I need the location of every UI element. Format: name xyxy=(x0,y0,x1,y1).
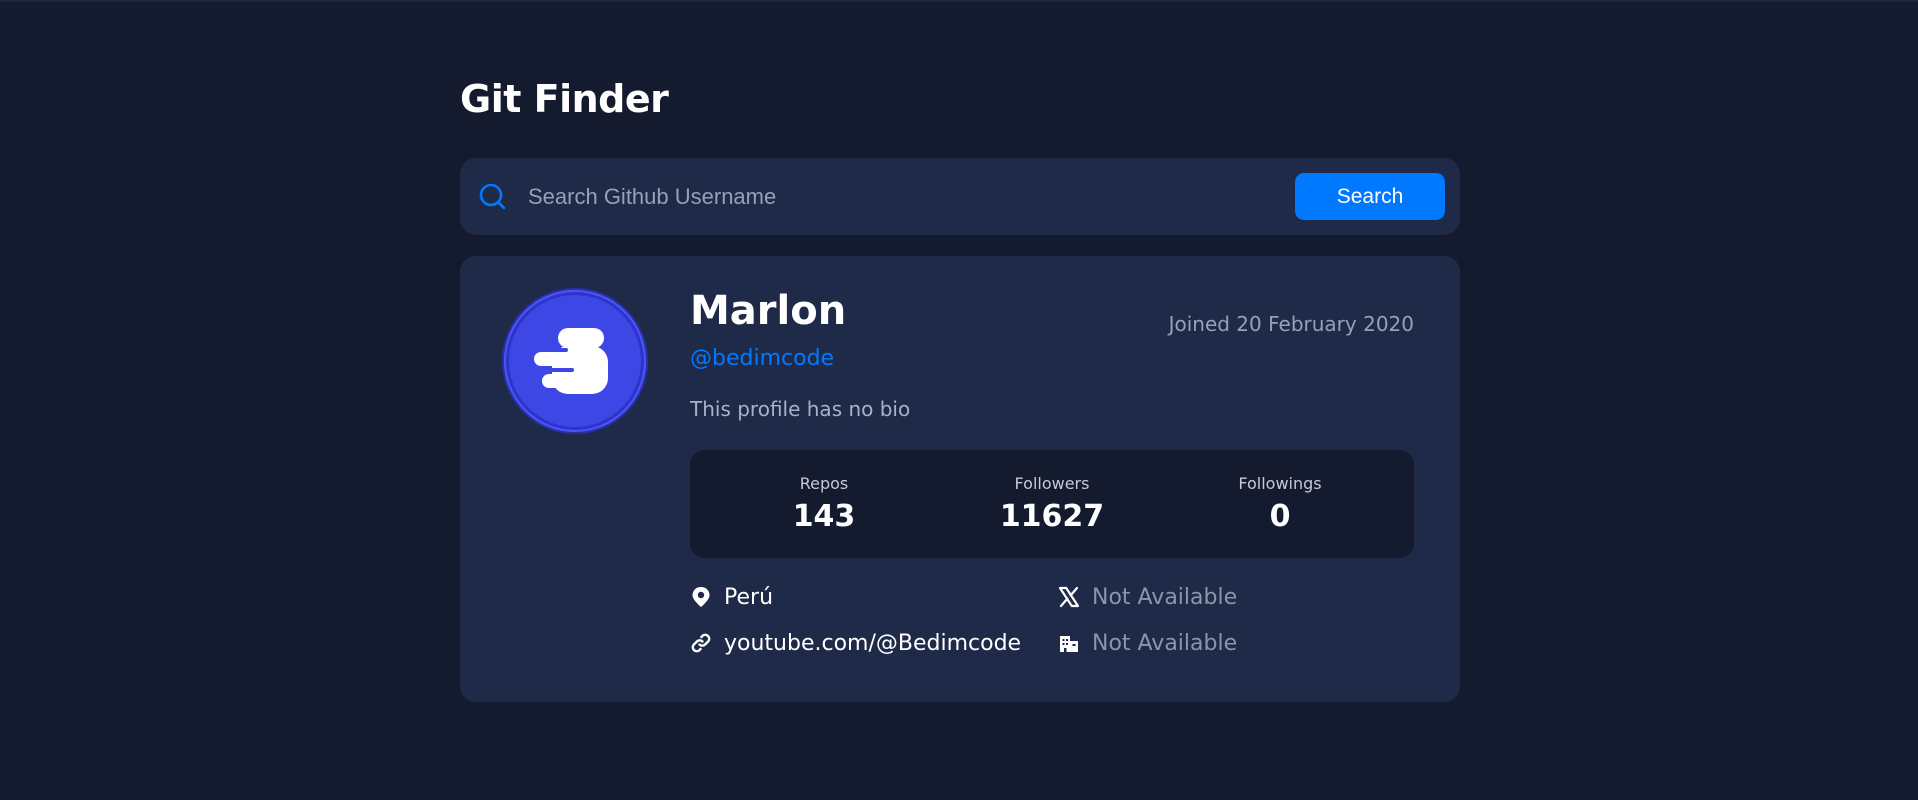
profile-login[interactable]: @bedimcode xyxy=(690,344,1414,374)
location-text: Perú xyxy=(724,584,774,610)
stat-label: Followings xyxy=(1238,474,1322,493)
company-text: Not Available xyxy=(1092,630,1238,656)
git-finder-app: Git Finder Search Github Username Search… xyxy=(460,74,1460,702)
stat-value: 11627 xyxy=(999,499,1105,534)
location-item: Perú xyxy=(690,582,1058,612)
stat-followings: Followings 0 xyxy=(1180,473,1380,535)
twitter-item: Not Available xyxy=(1058,582,1414,612)
website-link[interactable]: youtube.com/@Bedimcode xyxy=(724,631,1021,656)
stat-label: Repos xyxy=(799,474,849,493)
company-item: Not Available xyxy=(1058,628,1414,658)
link-icon xyxy=(690,632,712,654)
search-input[interactable] xyxy=(528,174,1295,219)
location-pin-icon xyxy=(690,586,712,608)
search-icon xyxy=(476,180,510,214)
profile-card: Marlon Joined 20 February 2020 @bedimcod… xyxy=(460,256,1460,702)
avatar[interactable] xyxy=(500,286,650,436)
profile-links: Perú Not Available youtube.com/@Bedimcod… xyxy=(690,582,1414,658)
stats-panel: Repos 143 Followers 11627 Followings 0 xyxy=(690,450,1414,558)
website-item[interactable]: youtube.com/@Bedimcode xyxy=(690,628,1058,658)
stat-followers: Followers 11627 xyxy=(952,473,1152,535)
stat-repos: Repos 143 xyxy=(724,473,924,535)
search-bar: Search xyxy=(460,158,1460,235)
profile-details: Marlon Joined 20 February 2020 @bedimcod… xyxy=(690,286,1414,658)
twitter-text: Not Available xyxy=(1092,584,1238,610)
stat-label: Followers xyxy=(1014,474,1090,493)
stat-value: 0 xyxy=(1269,499,1291,534)
profile-bio: This profile has no bio xyxy=(690,397,911,421)
joined-date: Joined 20 February 2020 xyxy=(1168,312,1414,336)
stat-value: 143 xyxy=(792,499,856,534)
app-title: Git Finder xyxy=(460,77,669,121)
top-border xyxy=(0,0,1918,2)
x-logo-icon xyxy=(1058,586,1080,608)
search-button[interactable]: Search xyxy=(1295,173,1445,220)
building-icon xyxy=(1058,632,1080,654)
